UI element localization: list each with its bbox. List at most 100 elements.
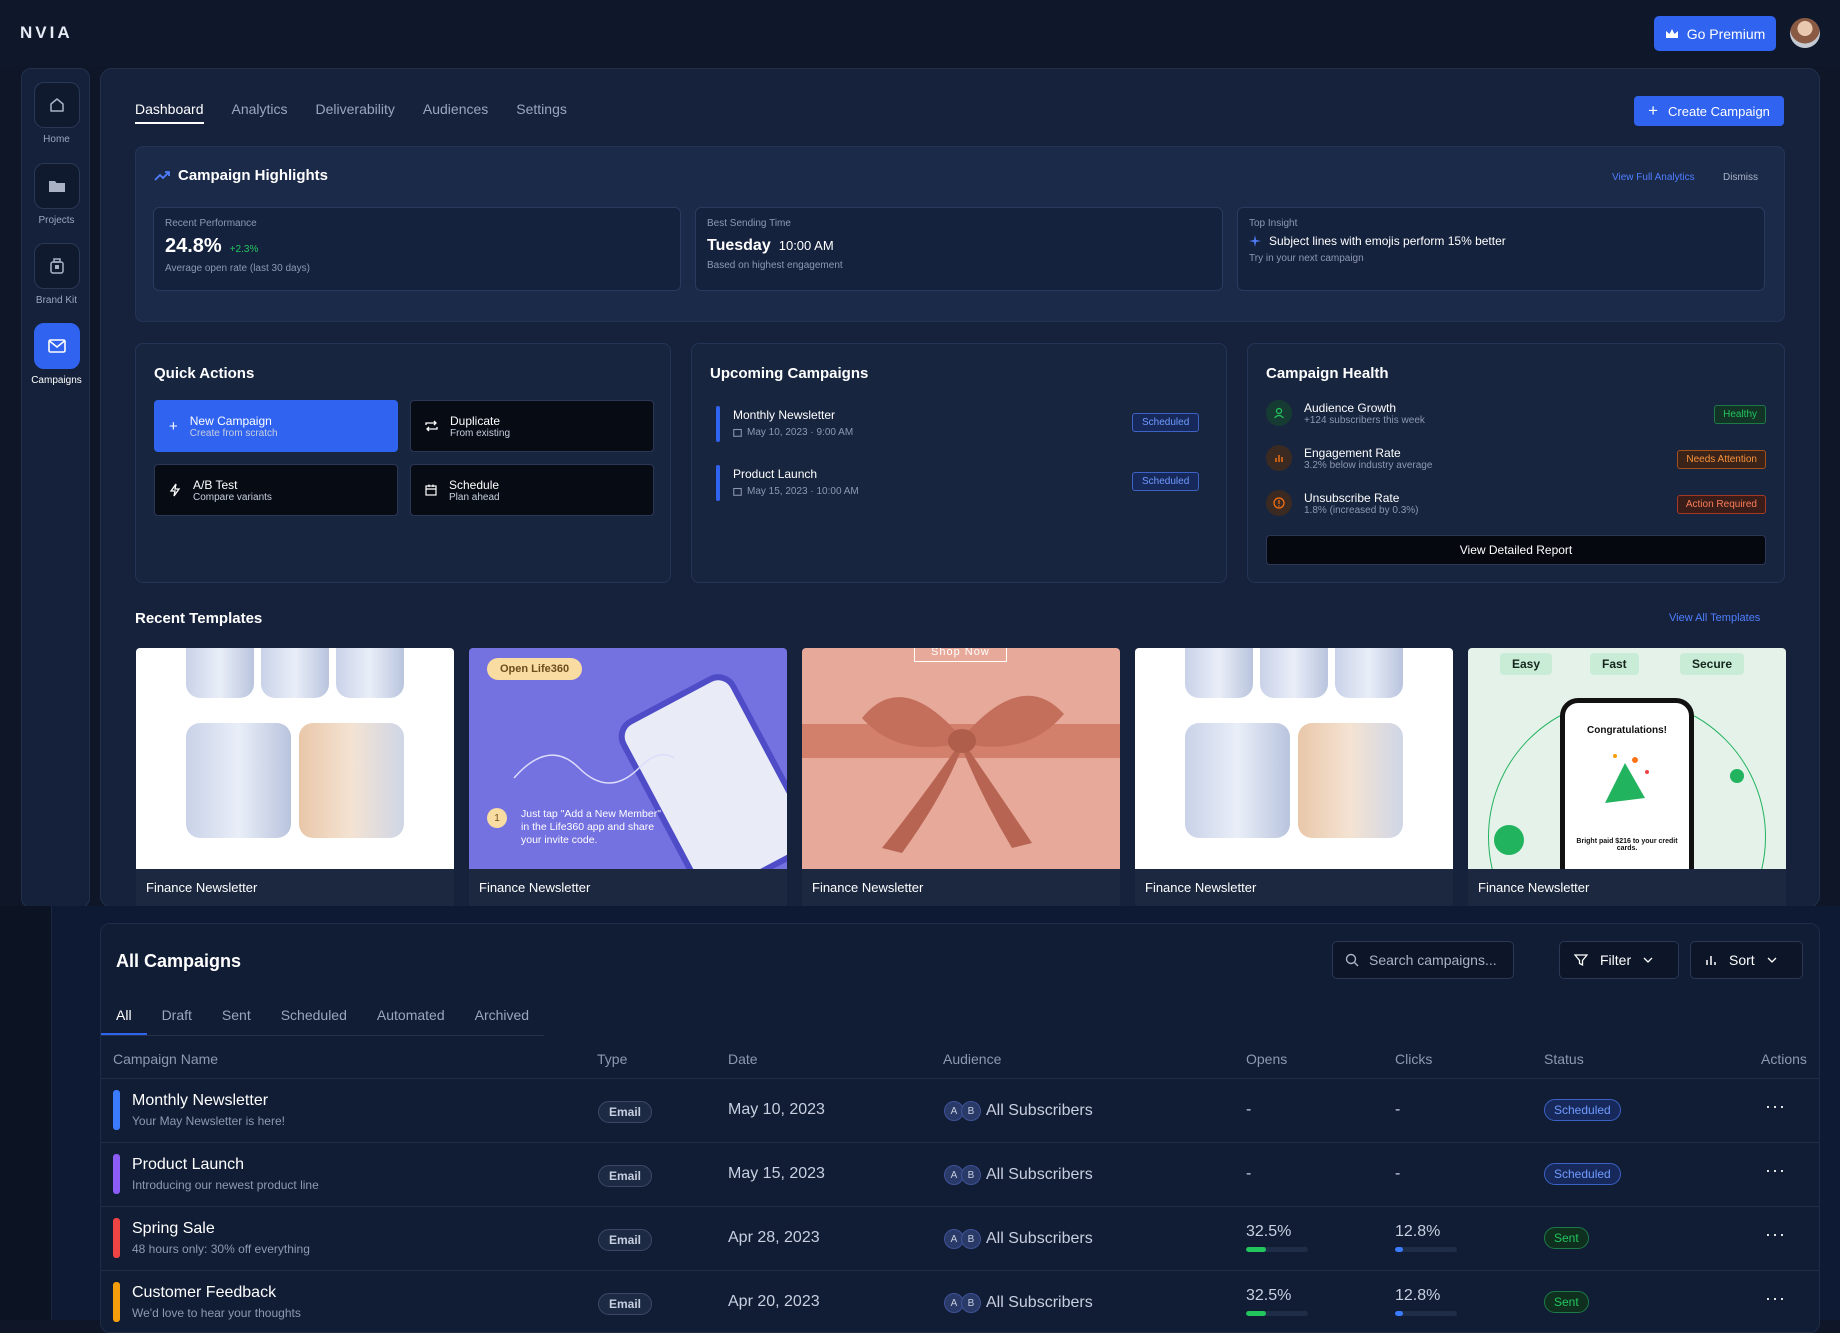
user-avatar[interactable] (1790, 18, 1820, 48)
template-headline: Congratulations! (1587, 725, 1667, 736)
chevron-down-icon (1767, 957, 1777, 963)
more-actions-icon[interactable]: ··· (1765, 1160, 1786, 1181)
go-premium-button[interactable]: Go Premium (1654, 16, 1776, 51)
health-name: Engagement Rate (1304, 445, 1401, 460)
create-campaign-label: Create Campaign (1668, 103, 1770, 119)
tab-scheduled[interactable]: Scheduled (266, 1007, 362, 1035)
tab-deliverability[interactable]: Deliverability (316, 101, 395, 124)
tab-analytics[interactable]: Analytics (232, 101, 288, 124)
table-row[interactable]: Spring Sale 48 hours only: 30% off everyt… (101, 1206, 1819, 1270)
column-header-date[interactable]: Date (728, 1051, 758, 1067)
filter-icon (1574, 954, 1588, 967)
search-box[interactable] (1332, 941, 1514, 979)
recent-performance-card: Recent Performance 24.8% +2.3% Average o… (153, 207, 681, 291)
ab-test-button[interactable]: A/B Test Compare variants (154, 464, 398, 516)
upcoming-item[interactable]: Monthly Newsletter May 10, 2023 · 9:00 A… (716, 406, 853, 442)
template-card[interactable]: Open Life360 1 Just tap "Add a New Membe… (469, 648, 787, 907)
crown-icon (1665, 28, 1678, 38)
campaign-name[interactable]: Product Launch (132, 1156, 244, 1174)
upcoming-item[interactable]: Product Launch May 15, 2023 · 10:00 AM (716, 465, 859, 501)
new-campaign-button[interactable]: + New Campaign Create from scratch (154, 400, 398, 452)
campaign-name[interactable]: Customer Feedback (132, 1284, 276, 1302)
party-popper-icon (1605, 754, 1649, 803)
tab-archived[interactable]: Archived (460, 1007, 544, 1035)
search-input[interactable] (1369, 952, 1509, 968)
table-row[interactable]: Product Launch Introducing our newest pro… (101, 1142, 1819, 1206)
create-campaign-button[interactable]: + Create Campaign (1634, 96, 1784, 126)
tab-audiences[interactable]: Audiences (423, 101, 488, 124)
clicks-value: - (1395, 1165, 1401, 1182)
sidebar-item-projects[interactable]: Projects (22, 163, 91, 226)
upcoming-campaigns-panel: Upcoming Campaigns Monthly Newsletter Ma… (691, 343, 1227, 583)
duplicate-button[interactable]: Duplicate From existing (410, 400, 654, 452)
view-detailed-report-button[interactable]: View Detailed Report (1266, 535, 1766, 565)
table-row[interactable]: Customer Feedback We'd love to hear your … (101, 1270, 1819, 1332)
audience-avatars: AB (944, 1229, 981, 1249)
tab-dashboard[interactable]: Dashboard (135, 101, 204, 124)
sidebar: Home Projects Brand Kit Campaigns (21, 68, 90, 908)
tab-automated[interactable]: Automated (362, 1007, 460, 1035)
audience-avatars: AB (944, 1165, 981, 1185)
more-actions-icon[interactable]: ··· (1765, 1224, 1786, 1245)
health-badge: Healthy (1714, 405, 1766, 424)
filter-dropdown[interactable]: Filter (1559, 941, 1679, 979)
qa-sub: Plan ahead (449, 491, 500, 503)
audience-name: All Subscribers (986, 1102, 1093, 1119)
column-header-clicks[interactable]: Clicks (1395, 1051, 1432, 1067)
opens-progress (1246, 1311, 1308, 1316)
template-name: Finance Newsletter (146, 880, 258, 895)
sidebar-item-brand-kit[interactable]: Brand Kit (22, 243, 91, 306)
health-sub: 3.2% below industry average (1304, 459, 1433, 471)
column-header-opens[interactable]: Opens (1246, 1051, 1287, 1067)
quick-actions-panel: Quick Actions + New Campaign Create from … (135, 343, 671, 583)
campaign-name[interactable]: Monthly Newsletter (132, 1092, 268, 1110)
view-all-templates-link[interactable]: View All Templates (1669, 612, 1760, 624)
upcoming-color-bar (716, 465, 720, 501)
template-thumbnail-cans (136, 648, 454, 869)
column-header-name[interactable]: Campaign Name (113, 1051, 218, 1067)
template-card[interactable]: Finance Newsletter (1135, 648, 1453, 907)
tab-settings[interactable]: Settings (516, 101, 567, 124)
table-row[interactable]: Monthly Newsletter Your May Newsletter is… (101, 1078, 1819, 1142)
clicks-value: 12.8% (1395, 1223, 1441, 1240)
column-header-audience[interactable]: Audience (943, 1051, 1001, 1067)
more-actions-icon[interactable]: ··· (1765, 1096, 1786, 1117)
template-card[interactable]: Finance Newsletter (136, 648, 454, 907)
dismiss-button[interactable]: Dismiss (1723, 172, 1758, 183)
status-badge: Sent (1544, 1227, 1589, 1249)
template-thumbnail-congrats: Easy Fast Secure Congratulations! Bright… (1468, 648, 1786, 869)
health-badge: Action Required (1676, 495, 1766, 514)
template-card[interactable]: Easy Fast Secure Congratulations! Bright… (1468, 648, 1786, 907)
sidebar-item-campaigns[interactable]: Campaigns (22, 323, 91, 386)
plus-icon: + (1648, 101, 1659, 120)
health-sub: 1.8% (increased by 0.3%) (1304, 504, 1419, 516)
sidebar-item-home[interactable]: Home (22, 82, 91, 145)
tab-sent[interactable]: Sent (207, 1007, 266, 1035)
green-dot (1494, 825, 1524, 855)
view-full-analytics-link[interactable]: View Full Analytics (1612, 172, 1695, 183)
alert-circle-icon (1266, 490, 1292, 516)
best-time-note: Based on highest engagement (707, 260, 843, 271)
opens-value: - (1246, 1101, 1252, 1118)
column-header-type[interactable]: Type (597, 1051, 627, 1067)
upcoming-meta: May 10, 2023 · 9:00 AM (747, 427, 854, 438)
sort-dropdown[interactable]: Sort (1690, 941, 1803, 979)
column-header-status[interactable]: Status (1544, 1051, 1584, 1067)
status-badge: Scheduled (1544, 1099, 1621, 1121)
template-pill: Easy (1500, 653, 1553, 675)
chevron-down-icon (1643, 957, 1653, 963)
template-banner: Open Life360 (487, 658, 583, 680)
template-card[interactable]: Shop Now Finance Newsletter (802, 648, 1120, 907)
template-name: Finance Newsletter (812, 880, 924, 895)
qa-title: A/B Test (193, 477, 238, 492)
top-insight-card: Top Insight Subject lines with emojis pe… (1237, 207, 1765, 291)
tab-all[interactable]: All (101, 1007, 147, 1035)
template-pill: Secure (1680, 653, 1745, 675)
tab-draft[interactable]: Draft (147, 1007, 207, 1035)
schedule-button[interactable]: Schedule Plan ahead (410, 464, 654, 516)
more-actions-icon[interactable]: ··· (1765, 1288, 1786, 1309)
campaign-date: May 15, 2023 (728, 1165, 825, 1182)
campaign-subject: 48 hours only: 30% off everything (132, 1242, 310, 1256)
campaign-name[interactable]: Spring Sale (132, 1220, 215, 1238)
health-badge: Needs Attention (1677, 450, 1766, 469)
